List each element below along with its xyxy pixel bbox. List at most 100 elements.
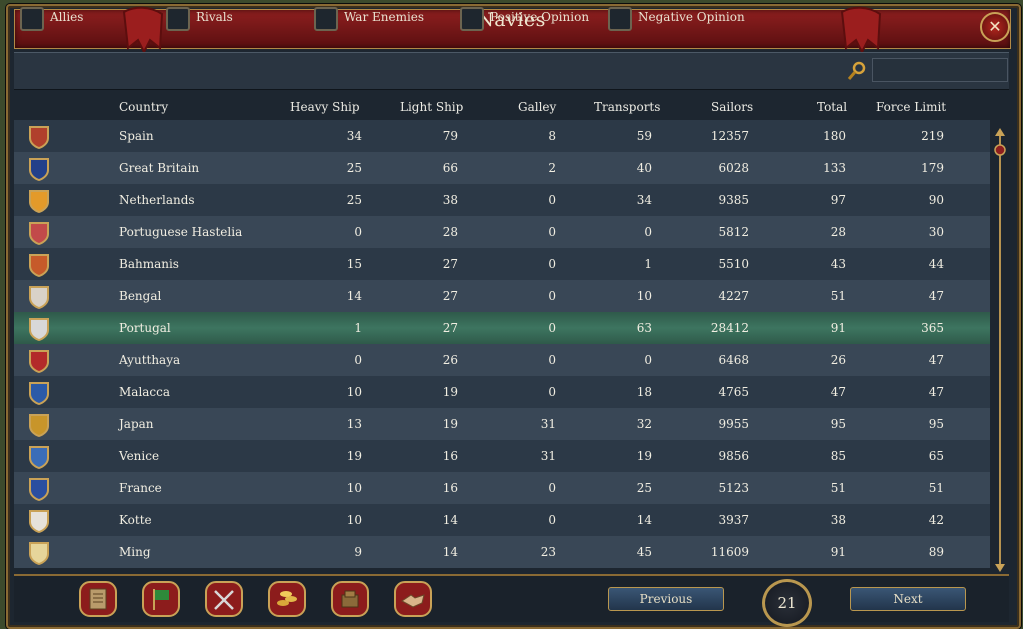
ledger-icon[interactable] (78, 581, 118, 617)
cell-total: 43 (830, 257, 846, 271)
cell-heavy: 10 (346, 385, 362, 399)
table-row[interactable]: Ayutthaya 0 26 0 0 6468 26 47 (14, 344, 990, 376)
cell-galley: 0 (548, 193, 556, 207)
country-flag-icon[interactable] (27, 188, 51, 214)
cell-light: 79 (442, 129, 458, 143)
cell-country: Netherlands (119, 193, 195, 207)
flag-icon[interactable] (141, 581, 181, 617)
cell-sailors: 12357 (710, 129, 749, 143)
cell-heavy: 10 (346, 481, 362, 495)
country-flag-icon[interactable] (27, 156, 51, 182)
cell-total: 85 (830, 449, 846, 463)
table-row[interactable]: France 10 16 0 25 5123 51 51 (14, 472, 990, 504)
cell-country: Great Britain (119, 161, 200, 175)
filter-label: Negative Opinion (638, 10, 745, 24)
cell-sailors: 4227 (718, 289, 749, 303)
country-flag-icon[interactable] (27, 252, 51, 278)
filter-label: War Enemies (344, 10, 425, 24)
country-flag-icon[interactable] (27, 444, 51, 470)
column-header-galley[interactable]: Galley (518, 100, 556, 114)
page-indicator: 21 (762, 579, 812, 627)
country-flag-icon[interactable] (27, 284, 51, 310)
country-flag-icon[interactable] (27, 348, 51, 374)
cell-sailors: 5510 (718, 257, 749, 271)
cell-galley: 31 (540, 417, 556, 431)
scrollbar[interactable] (994, 126, 1006, 574)
previous-button[interactable]: Previous (608, 587, 724, 611)
cell-light: 27 (442, 289, 458, 303)
cell-total: 51 (830, 481, 846, 495)
cell-heavy: 25 (346, 161, 362, 175)
cell-force-limit: 365 (921, 321, 944, 335)
cell-force-limit: 51 (928, 481, 944, 495)
coins-icon[interactable] (267, 581, 307, 617)
checkbox[interactable] (608, 7, 632, 31)
cell-country: Bahmanis (119, 257, 179, 271)
table-row[interactable]: Venice 19 16 31 19 9856 85 65 (14, 440, 990, 472)
table-row[interactable]: Japan 13 19 31 32 9955 95 95 (14, 408, 990, 440)
country-flag-icon[interactable] (27, 412, 51, 438)
cell-country: Kotte (119, 513, 152, 527)
country-flag-icon[interactable] (27, 316, 51, 342)
column-header-heavy-ship[interactable]: Heavy Ship (290, 100, 360, 114)
country-flag-icon[interactable] (27, 380, 51, 406)
cell-sailors: 4765 (718, 385, 749, 399)
table-row[interactable]: Bahmanis 15 27 0 1 5510 43 44 (14, 248, 990, 280)
table-row[interactable]: Portuguese Hastelia 0 28 0 0 5812 28 30 (14, 216, 990, 248)
cell-transports: 45 (636, 545, 652, 559)
table-row[interactable]: Netherlands 25 38 0 34 9385 97 90 (14, 184, 990, 216)
cell-heavy: 10 (346, 513, 362, 527)
cell-galley: 0 (548, 321, 556, 335)
country-flag-icon[interactable] (27, 476, 51, 502)
cell-force-limit: 90 (928, 193, 944, 207)
close-icon[interactable]: ✕ (980, 12, 1010, 42)
cell-sailors: 28412 (710, 321, 749, 335)
column-header-total[interactable]: Total (817, 100, 847, 114)
checkbox[interactable] (20, 7, 44, 31)
cell-transports: 63 (636, 321, 652, 335)
table-row[interactable]: Portugal 1 27 0 63 28412 91 365 (14, 312, 990, 344)
table-row[interactable]: Spain 34 79 8 59 12357 180 219 (14, 120, 990, 152)
country-flag-icon[interactable] (27, 124, 51, 150)
cell-galley: 0 (548, 225, 556, 239)
column-header-force-limit[interactable]: Force Limit (876, 100, 946, 114)
cell-galley: 0 (548, 289, 556, 303)
cell-heavy: 0 (354, 225, 362, 239)
cell-light: 28 (442, 225, 458, 239)
column-header-transports[interactable]: Transports (594, 100, 660, 114)
country-flag-icon[interactable] (27, 508, 51, 534)
cell-total: 133 (823, 161, 846, 175)
cell-total: 28 (830, 225, 846, 239)
checkbox[interactable] (166, 7, 190, 31)
trade-goods-icon[interactable] (330, 581, 370, 617)
filter-label: Allies (50, 10, 84, 24)
cell-galley: 31 (540, 449, 556, 463)
country-flag-icon[interactable] (27, 220, 51, 246)
checkbox[interactable] (314, 7, 338, 31)
search-input[interactable] (872, 58, 1008, 82)
column-header-light-ship[interactable]: Light Ship (400, 100, 463, 114)
table-row[interactable]: Ming 9 14 23 45 11609 91 89 (14, 536, 990, 568)
country-flag-icon[interactable] (27, 540, 51, 566)
cell-light: 16 (442, 449, 458, 463)
crossed-swords-icon[interactable] (204, 581, 244, 617)
cell-total: 47 (830, 385, 846, 399)
handshake-icon[interactable] (393, 581, 433, 617)
cell-galley: 0 (548, 385, 556, 399)
cell-transports: 10 (636, 289, 652, 303)
column-header-sailors[interactable]: Sailors (711, 100, 753, 114)
column-header-country[interactable]: Country (119, 100, 168, 114)
cell-country: Portuguese Hastelia (119, 225, 243, 239)
cell-heavy: 19 (346, 449, 362, 463)
table-row[interactable]: Great Britain 25 66 2 40 6028 133 179 (14, 152, 990, 184)
cell-light: 19 (442, 417, 458, 431)
checkbox[interactable] (460, 7, 484, 31)
table-row[interactable]: Malacca 10 19 0 18 4765 47 47 (14, 376, 990, 408)
cell-transports: 14 (636, 513, 652, 527)
cell-country: Japan (119, 417, 154, 431)
cell-sailors: 5812 (718, 225, 749, 239)
table-row[interactable]: Kotte 10 14 0 14 3937 38 42 (14, 504, 990, 536)
table-row[interactable]: Bengal 14 27 0 10 4227 51 47 (14, 280, 990, 312)
next-button[interactable]: Next (850, 587, 966, 611)
cell-total: 91 (830, 545, 846, 559)
